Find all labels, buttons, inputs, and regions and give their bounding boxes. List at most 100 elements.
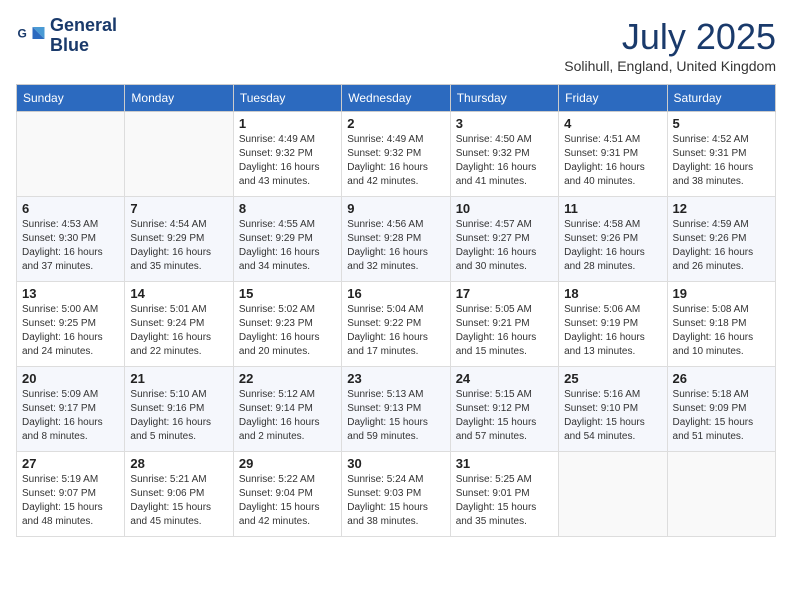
calendar-cell: 22 Sunrise: 5:12 AM Sunset: 9:14 PM Dayli…	[233, 367, 341, 452]
calendar-cell	[559, 452, 667, 537]
day-info: Sunrise: 5:05 AM Sunset: 9:21 PM Dayligh…	[456, 303, 553, 359]
day-info: Sunrise: 5:08 AM Sunset: 9:18 PM Dayligh…	[673, 303, 770, 359]
day-number: 26	[673, 371, 770, 386]
calendar-table: SundayMondayTuesdayWednesdayThursdayFrid…	[16, 84, 776, 537]
day-number: 21	[130, 371, 227, 386]
calendar-cell: 15Sunrise: 5:02 AM Sunset: 9:23 PM Dayli…	[233, 282, 341, 367]
calendar-cell: 21 Sunrise: 5:10 AM Sunset: 9:16 PM Dayli…	[125, 367, 233, 452]
calendar-cell: 8Sunrise: 4:55 AM Sunset: 9:29 PM Daylig…	[233, 197, 341, 282]
calendar-cell: 28Sunrise: 5:21 AM Sunset: 9:06 PM Dayli…	[125, 452, 233, 537]
day-number: 18	[564, 286, 661, 301]
calendar-cell: 27 Sunrise: 5:19 AM Sunset: 9:07 PM Dayli…	[17, 452, 125, 537]
day-number: 20	[22, 371, 119, 386]
day-of-week-header: Friday	[559, 85, 667, 112]
day-number: 11	[564, 201, 661, 216]
calendar-week-row: 27 Sunrise: 5:19 AM Sunset: 9:07 PM Dayli…	[17, 452, 776, 537]
calendar-cell: 26 Sunrise: 5:18 AM Sunset: 9:09 PM Dayli…	[667, 367, 775, 452]
location-subtitle: Solihull, England, United Kingdom	[564, 58, 776, 74]
title-block: July 2025 Solihull, England, United King…	[564, 16, 776, 74]
day-number: 25	[564, 371, 661, 386]
calendar-cell	[125, 112, 233, 197]
day-number: 6	[22, 201, 119, 216]
day-info: Sunrise: 5:06 AM Sunset: 9:19 PM Dayligh…	[564, 303, 661, 359]
calendar-cell: 19Sunrise: 5:08 AM Sunset: 9:18 PM Dayli…	[667, 282, 775, 367]
day-info: Sunrise: 4:56 AM Sunset: 9:28 PM Dayligh…	[347, 218, 444, 274]
day-number: 23	[347, 371, 444, 386]
day-number: 10	[456, 201, 553, 216]
day-number: 1	[239, 116, 336, 131]
calendar-cell: 10Sunrise: 4:57 AM Sunset: 9:27 PM Dayli…	[450, 197, 558, 282]
day-info: Sunrise: 5:13 AM Sunset: 9:13 PM Dayligh…	[347, 388, 444, 444]
calendar-cell: 31Sunrise: 5:25 AM Sunset: 9:01 PM Dayli…	[450, 452, 558, 537]
day-number: 27	[22, 456, 119, 471]
day-info: Sunrise: 5:10 AM Sunset: 9:16 PM Dayligh…	[130, 388, 227, 444]
day-info: Sunrise: 5:18 AM Sunset: 9:09 PM Dayligh…	[673, 388, 770, 444]
svg-text:G: G	[18, 26, 27, 40]
day-info: Sunrise: 5:16 AM Sunset: 9:10 PM Dayligh…	[564, 388, 661, 444]
calendar-cell: 20 Sunrise: 5:09 AM Sunset: 9:17 PM Dayli…	[17, 367, 125, 452]
day-info: Sunrise: 4:51 AM Sunset: 9:31 PM Dayligh…	[564, 133, 661, 189]
calendar-cell: 14 Sunrise: 5:01 AM Sunset: 9:24 PM Dayli…	[125, 282, 233, 367]
calendar-cell: 25 Sunrise: 5:16 AM Sunset: 9:10 PM Dayli…	[559, 367, 667, 452]
day-info: Sunrise: 5:22 AM Sunset: 9:04 PM Dayligh…	[239, 473, 336, 529]
day-number: 28	[130, 456, 227, 471]
calendar-cell	[667, 452, 775, 537]
calendar-week-row: 6 Sunrise: 4:53 AM Sunset: 9:30 PM Daylig…	[17, 197, 776, 282]
calendar-cell: 17 Sunrise: 5:05 AM Sunset: 9:21 PM Dayli…	[450, 282, 558, 367]
calendar-week-row: 20 Sunrise: 5:09 AM Sunset: 9:17 PM Dayli…	[17, 367, 776, 452]
day-of-week-header: Wednesday	[342, 85, 450, 112]
day-info: Sunrise: 5:01 AM Sunset: 9:24 PM Dayligh…	[130, 303, 227, 359]
calendar-cell: 11 Sunrise: 4:58 AM Sunset: 9:26 PM Dayli…	[559, 197, 667, 282]
month-title: July 2025	[564, 16, 776, 58]
day-number: 3	[456, 116, 553, 131]
calendar-cell: 3Sunrise: 4:50 AM Sunset: 9:32 PM Daylig…	[450, 112, 558, 197]
calendar-cell: 6 Sunrise: 4:53 AM Sunset: 9:30 PM Daylig…	[17, 197, 125, 282]
day-info: Sunrise: 5:12 AM Sunset: 9:14 PM Dayligh…	[239, 388, 336, 444]
day-info: Sunrise: 5:24 AM Sunset: 9:03 PM Dayligh…	[347, 473, 444, 529]
day-of-week-header: Thursday	[450, 85, 558, 112]
logo: G General Blue	[16, 16, 117, 56]
day-number: 29	[239, 456, 336, 471]
day-number: 17	[456, 286, 553, 301]
day-info: Sunrise: 5:19 AM Sunset: 9:07 PM Dayligh…	[22, 473, 119, 529]
day-number: 30	[347, 456, 444, 471]
day-info: Sunrise: 4:58 AM Sunset: 9:26 PM Dayligh…	[564, 218, 661, 274]
day-info: Sunrise: 4:59 AM Sunset: 9:26 PM Dayligh…	[673, 218, 770, 274]
calendar-cell: 7 Sunrise: 4:54 AM Sunset: 9:29 PM Daylig…	[125, 197, 233, 282]
day-info: Sunrise: 5:02 AM Sunset: 9:23 PM Dayligh…	[239, 303, 336, 359]
calendar-cell: 29 Sunrise: 5:22 AM Sunset: 9:04 PM Dayli…	[233, 452, 341, 537]
day-number: 14	[130, 286, 227, 301]
day-info: Sunrise: 4:53 AM Sunset: 9:30 PM Dayligh…	[22, 218, 119, 274]
day-info: Sunrise: 5:04 AM Sunset: 9:22 PM Dayligh…	[347, 303, 444, 359]
day-number: 5	[673, 116, 770, 131]
day-of-week-header: Monday	[125, 85, 233, 112]
calendar-week-row: 13Sunrise: 5:00 AM Sunset: 9:25 PM Dayli…	[17, 282, 776, 367]
day-number: 9	[347, 201, 444, 216]
day-info: Sunrise: 5:25 AM Sunset: 9:01 PM Dayligh…	[456, 473, 553, 529]
page-header: G General Blue July 2025 Solihull, Engla…	[16, 16, 776, 74]
calendar-cell: 16Sunrise: 5:04 AM Sunset: 9:22 PM Dayli…	[342, 282, 450, 367]
day-number: 4	[564, 116, 661, 131]
calendar-cell: 24 Sunrise: 5:15 AM Sunset: 9:12 PM Dayli…	[450, 367, 558, 452]
calendar-cell: 13Sunrise: 5:00 AM Sunset: 9:25 PM Dayli…	[17, 282, 125, 367]
day-number: 13	[22, 286, 119, 301]
calendar-cell: 4 Sunrise: 4:51 AM Sunset: 9:31 PM Daylig…	[559, 112, 667, 197]
logo-text: General Blue	[50, 16, 117, 56]
calendar-week-row: 1 Sunrise: 4:49 AM Sunset: 9:32 PM Daylig…	[17, 112, 776, 197]
calendar-cell: 30 Sunrise: 5:24 AM Sunset: 9:03 PM Dayli…	[342, 452, 450, 537]
calendar-cell: 23 Sunrise: 5:13 AM Sunset: 9:13 PM Dayli…	[342, 367, 450, 452]
day-info: Sunrise: 5:09 AM Sunset: 9:17 PM Dayligh…	[22, 388, 119, 444]
calendar-cell: 2Sunrise: 4:49 AM Sunset: 9:32 PM Daylig…	[342, 112, 450, 197]
calendar-cell: 12Sunrise: 4:59 AM Sunset: 9:26 PM Dayli…	[667, 197, 775, 282]
day-number: 22	[239, 371, 336, 386]
calendar-header-row: SundayMondayTuesdayWednesdayThursdayFrid…	[17, 85, 776, 112]
day-number: 24	[456, 371, 553, 386]
day-info: Sunrise: 4:54 AM Sunset: 9:29 PM Dayligh…	[130, 218, 227, 274]
day-info: Sunrise: 4:52 AM Sunset: 9:31 PM Dayligh…	[673, 133, 770, 189]
calendar-cell: 1Sunrise: 4:49 AM Sunset: 9:32 PM Daylig…	[233, 112, 341, 197]
day-info: Sunrise: 4:49 AM Sunset: 9:32 PM Dayligh…	[347, 133, 444, 189]
day-of-week-header: Sunday	[17, 85, 125, 112]
day-number: 7	[130, 201, 227, 216]
calendar-cell	[17, 112, 125, 197]
day-info: Sunrise: 5:15 AM Sunset: 9:12 PM Dayligh…	[456, 388, 553, 444]
